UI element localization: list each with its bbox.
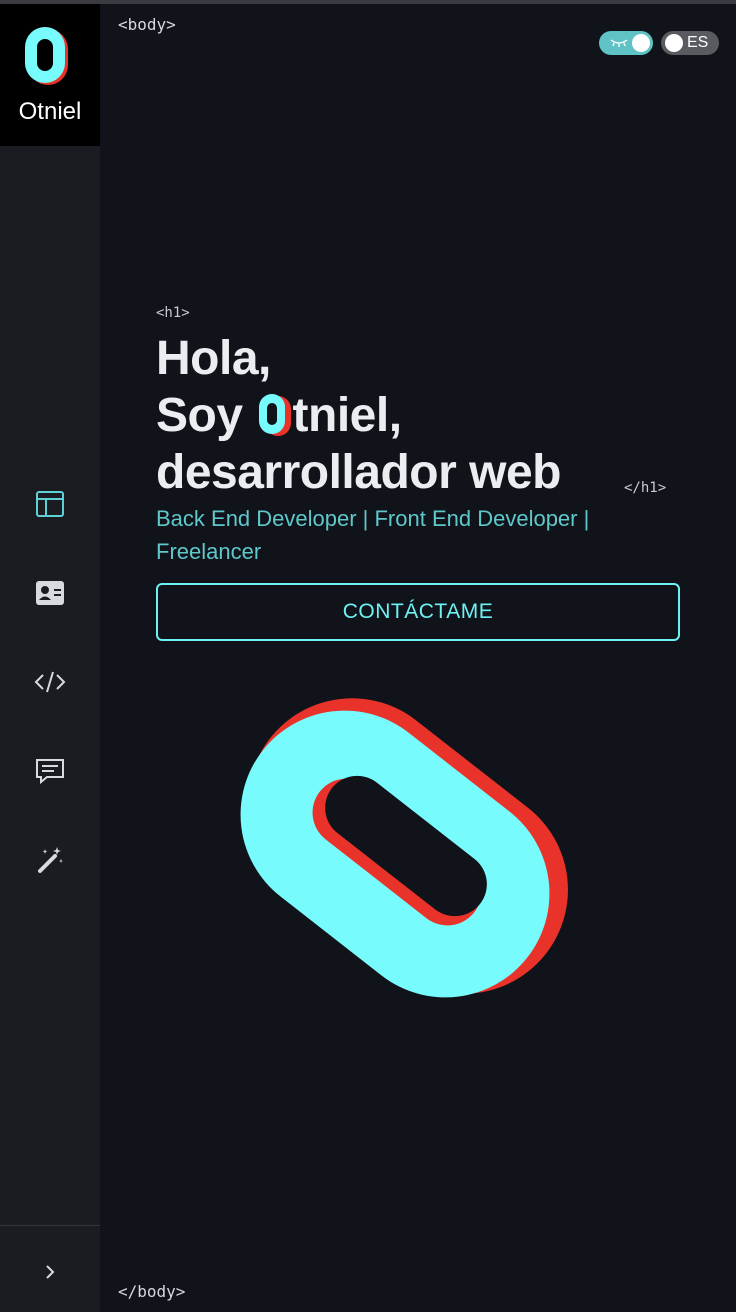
hero-heading: Hola, Soy tniel, desarrollador web xyxy=(156,330,561,501)
layout-icon xyxy=(36,491,64,517)
sidebar-item-home[interactable] xyxy=(28,482,72,526)
closed-eye-icon xyxy=(610,39,628,47)
theme-toggle[interactable] xyxy=(599,31,653,55)
theme-toggle-knob xyxy=(632,34,650,52)
contact-me-button[interactable]: CONTÁCTAME xyxy=(156,583,680,641)
hero-logo-o-icon xyxy=(240,698,568,998)
sidebar-expand-button[interactable] xyxy=(30,1252,70,1292)
chevron-right-icon xyxy=(46,1265,55,1279)
body-close-tag: </body> xyxy=(118,1282,186,1301)
body-open-tag: <body> xyxy=(118,15,176,34)
contact-card-icon xyxy=(36,581,64,605)
hero-soy: Soy xyxy=(156,389,243,442)
sidebar-item-contact[interactable] xyxy=(28,749,72,793)
sidebar-divider xyxy=(0,1225,100,1226)
hero-line-role: desarrollador web xyxy=(156,446,561,499)
hero-line-name: Soy tniel, xyxy=(156,387,561,444)
h1-open-tag: <h1> xyxy=(156,305,190,321)
language-label: ES xyxy=(687,34,709,51)
magic-wand-icon xyxy=(38,847,63,873)
window-top-border xyxy=(0,0,736,4)
brand-logo[interactable]: Otniel xyxy=(0,4,100,146)
logo-mark-icon xyxy=(25,27,68,85)
sidebar: Otniel xyxy=(0,4,100,1312)
hero-line-greeting: Hola, xyxy=(156,332,271,385)
sidebar-item-about[interactable] xyxy=(28,571,72,615)
brand-name: Otniel xyxy=(18,98,82,125)
message-icon xyxy=(36,759,64,785)
h1-close-tag: </h1> xyxy=(624,480,667,496)
sidebar-item-skills[interactable] xyxy=(28,838,72,882)
inline-logo-o-icon xyxy=(257,393,293,437)
language-toggle-knob xyxy=(665,34,683,52)
sidebar-item-projects[interactable] xyxy=(28,660,72,704)
code-icon xyxy=(34,671,66,693)
language-toggle[interactable]: ES xyxy=(661,31,719,55)
hero-subtitle: Back End Developer | Front End Developer… xyxy=(156,506,590,564)
hero-name-rest: tniel, xyxy=(292,389,403,442)
